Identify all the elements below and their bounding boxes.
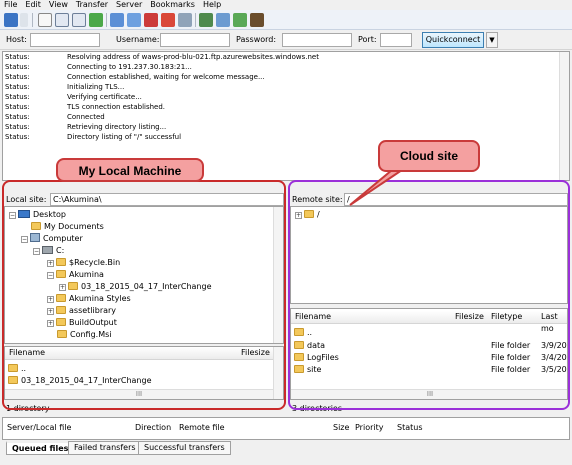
callout-arrow — [349, 169, 406, 206]
queue-tabs: Queued files Failed transfers Successful… — [2, 440, 570, 456]
queue-col-size[interactable]: Size — [333, 423, 349, 432]
queue-col-status[interactable]: Status — [397, 423, 423, 432]
callout-pointer — [349, 169, 406, 206]
tab-failed-transfers[interactable]: Failed transfers — [68, 441, 142, 455]
queue-col-direction[interactable]: Direction — [135, 423, 171, 432]
transfer-queue: Server/Local file Direction Remote file … — [2, 417, 570, 440]
callout-local-machine: My Local Machine — [56, 158, 204, 182]
queue-col-remote-file[interactable]: Remote file — [179, 423, 225, 432]
queue-col-server-local-file[interactable]: Server/Local file — [7, 423, 71, 432]
queue-col-priority[interactable]: Priority — [355, 423, 383, 432]
tab-queued-files[interactable]: Queued files — [6, 441, 75, 455]
tab-successful-transfers[interactable]: Successful transfers — [138, 441, 231, 455]
callout-cloud-site: Cloud site — [378, 140, 480, 172]
